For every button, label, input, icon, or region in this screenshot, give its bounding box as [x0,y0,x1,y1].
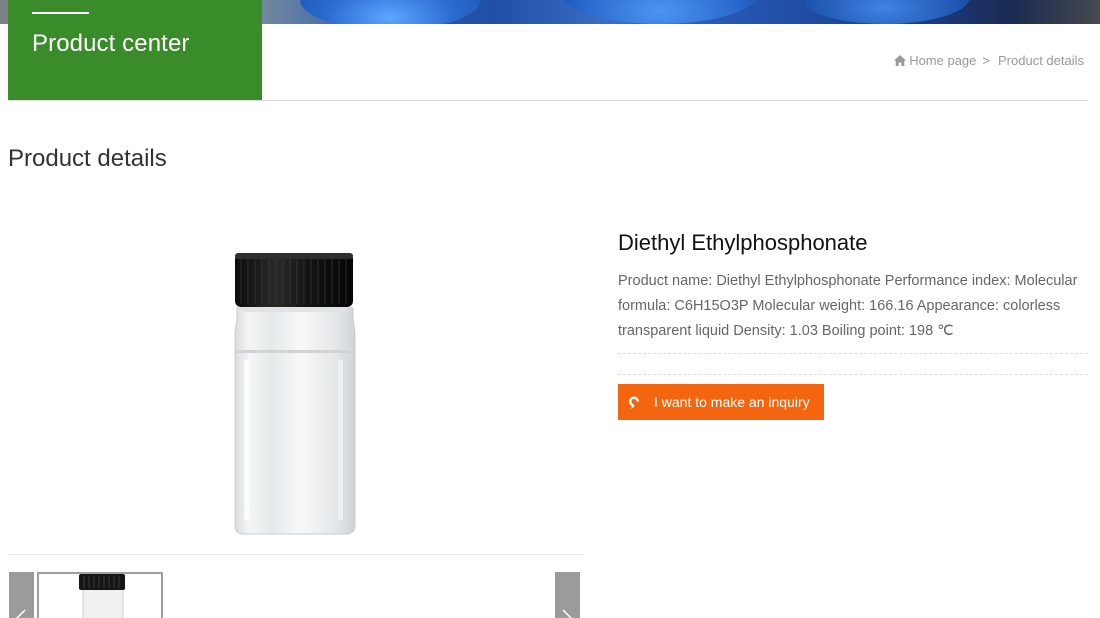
category-header-box: Product center [8,0,262,101]
page: Product center Home page > Product detai… [0,0,1100,618]
thumbnail-prev-button[interactable] [9,572,34,618]
page-title: Product details [8,145,167,172]
chevron-right-icon [562,609,573,618]
product-main-image[interactable] [8,220,584,554]
inquiry-button[interactable]: I want to make an inquiry [618,384,824,420]
product-name: Diethyl Ethylphosphonate [618,230,868,255]
inquiry-button-label: I want to make an inquiry [654,394,810,410]
product-description: Product name: Diethyl Ethylphosphonate P… [618,273,1078,339]
header-divider [8,100,1088,101]
dashed-divider [618,353,1088,354]
chevron-left-icon [15,609,26,618]
dashed-divider [618,374,1088,375]
home-icon [894,55,907,66]
breadcrumb-home-link[interactable]: Home page [909,53,976,68]
category-title-underline [32,12,89,14]
image-divider [8,554,584,555]
breadcrumb-separator: > [982,53,990,68]
category-title: Product center [32,30,190,57]
breadcrumb: Home page > Product details [894,53,1084,68]
product-thumbnail[interactable] [37,572,163,618]
chat-bubble-icon [629,396,640,409]
thumbnail-next-button[interactable] [555,572,580,618]
breadcrumb-current: Product details [998,53,1084,68]
